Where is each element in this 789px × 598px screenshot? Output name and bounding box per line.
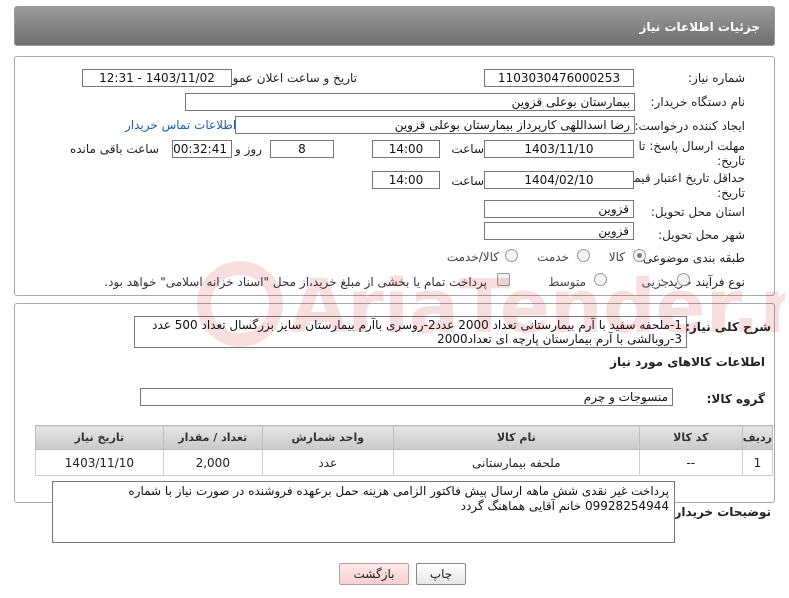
city-label: شهر محل تحویل: xyxy=(658,228,745,242)
buyer-contact-link[interactable]: اطلاعات تماس خریدار xyxy=(125,118,236,132)
validity-time-label: ساعت xyxy=(451,174,484,188)
days-label: روز و xyxy=(235,142,262,156)
validity-date-field[interactable]: 1404/02/10 xyxy=(484,171,634,189)
city-field[interactable]: قزوین xyxy=(484,222,634,240)
cell-unit: عدد xyxy=(261,449,394,476)
col-name: نام کالا xyxy=(392,425,640,450)
buyer-org-label: نام دستگاه خریدار: xyxy=(650,95,746,109)
process-radio-medium[interactable] xyxy=(594,273,607,286)
col-unit: واحد شمارش xyxy=(261,425,394,450)
cell-row: 1 xyxy=(741,449,774,476)
category-radio-goods[interactable] xyxy=(633,249,646,262)
table-row[interactable]: 1 -- ملحفه بیمارستانی عدد 2,000 1403/11/… xyxy=(35,449,774,476)
buyer-notes-label: توضیحات خریدار: xyxy=(669,505,771,519)
need-number-label: شماره نیاز: xyxy=(688,71,745,85)
back-button[interactable]: بازگشت xyxy=(339,563,409,585)
treasury-payment-note: پرداخت تمام یا بخشی از مبلغ خرید،از محل … xyxy=(104,275,487,289)
announce-datetime-field[interactable]: 1403/11/02 - 12:31 xyxy=(82,69,232,87)
goods-group-field[interactable]: منسوجات و چرم xyxy=(140,388,673,406)
cell-date: 1403/11/10 xyxy=(35,449,164,476)
validity-date-label: تاریخ: xyxy=(717,186,745,200)
page-title: جزئیات اطلاعات نیاز xyxy=(639,20,760,34)
description-label: شرح کلی نیاز: xyxy=(685,320,771,334)
process-medium-label: متوسط xyxy=(548,275,586,289)
description-textarea[interactable]: 1-ملحفه سفید با آرم بیمارستانی تعداد 200… xyxy=(134,316,687,348)
category-service-label: خدمت xyxy=(537,250,569,264)
buyer-org-field[interactable]: بیمارستان بوعلی قزوین xyxy=(185,93,635,111)
goods-section-title: اطلاعات کالاهای مورد نیاز xyxy=(610,355,765,369)
process-minor-label: جزیی xyxy=(641,275,669,289)
process-label: نوع فرآیند خرید : xyxy=(660,275,745,289)
deadline-label: مهلت ارسال پاسخ: تا xyxy=(638,139,745,153)
cell-name: ملحفه بیمارستانی xyxy=(392,449,640,476)
deadline-time-field[interactable]: 14:00 xyxy=(372,140,440,158)
requester-label: ایجاد کننده درخواست: xyxy=(634,119,745,133)
treasury-payment-checkbox[interactable] xyxy=(497,273,510,286)
page-header: جزئیات اطلاعات نیاز xyxy=(14,6,775,46)
validity-time-field[interactable]: 14:00 xyxy=(372,171,440,189)
requester-field[interactable]: رضا اسداللهی کارپرداز بیمارستان بوعلی قز… xyxy=(235,116,635,134)
goods-group-label: گروه کالا: xyxy=(706,392,765,406)
col-row: ردیف xyxy=(741,425,774,450)
remaining-label: ساعت باقی مانده xyxy=(69,142,159,156)
col-date: تاریخ نیاز xyxy=(35,425,164,450)
need-number-field[interactable]: 1103030476000253 xyxy=(484,69,634,87)
deadline-date-field[interactable]: 1403/11/10 xyxy=(484,140,634,158)
deadline-date-label: تاریخ: xyxy=(717,154,745,168)
cell-qty: 2,000 xyxy=(162,449,263,476)
category-radio-goods-service[interactable] xyxy=(505,249,518,262)
cell-code: -- xyxy=(638,449,743,476)
col-code: کد کالا xyxy=(638,425,743,450)
announce-label: تاریخ و ساعت اعلان عمومی: xyxy=(212,71,357,85)
category-label: طبقه بندی موضوعی: xyxy=(638,251,745,265)
buyer-notes-textarea[interactable]: پرداخت غیر نقدی شش ماهه ارسال پیش فاکتور… xyxy=(52,481,675,543)
province-label: استان محل تحویل: xyxy=(650,205,745,219)
category-goods-label: کالا xyxy=(608,250,625,264)
category-radio-service[interactable] xyxy=(577,249,590,262)
remaining-days-field[interactable]: 8 xyxy=(270,140,334,158)
process-radio-minor[interactable] xyxy=(677,273,690,286)
print-button[interactable]: چاپ xyxy=(416,563,466,585)
deadline-time-label: ساعت xyxy=(451,142,484,156)
category-goods-service-label: کالا/خدمت xyxy=(446,250,499,264)
col-qty: تعداد / مقدار xyxy=(162,425,263,450)
goods-table: ردیف کد کالا نام کالا واحد شمارش تعداد /… xyxy=(35,425,774,476)
province-field[interactable]: قزوین xyxy=(484,200,634,218)
remaining-time-field[interactable]: 00:32:41 xyxy=(172,140,232,158)
